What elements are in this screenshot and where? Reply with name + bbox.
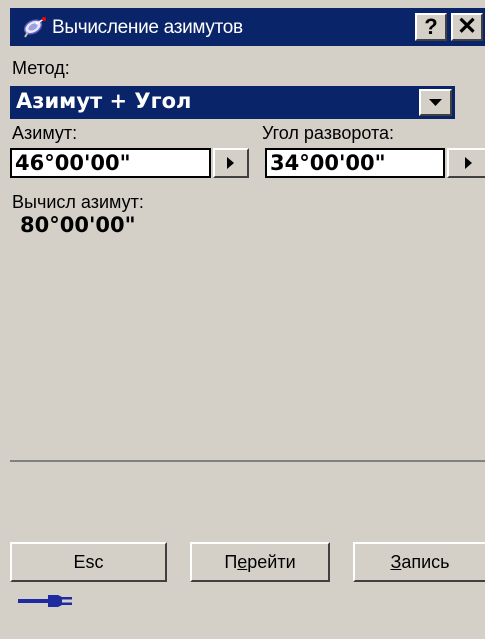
record-label-rest: апись (401, 552, 450, 572)
method-dropdown[interactable]: Азимут + Угол (10, 86, 455, 119)
play-icon (227, 157, 234, 169)
method-label: Метод: (12, 58, 70, 78)
go-button[interactable]: Перейти (190, 542, 330, 582)
record-button[interactable]: Запись (353, 542, 485, 582)
turn-angle-input[interactable]: 34°00'00" (265, 148, 445, 178)
azimuth-label: Азимут: (12, 123, 78, 143)
power-plug-icon (18, 595, 72, 607)
satellite-dish-icon (23, 17, 46, 38)
turn-angle-value: 34°00'00" (270, 151, 386, 175)
close-button[interactable]: ✕ (451, 13, 483, 41)
computed-azimuth-value: 80°00'00" (20, 213, 136, 237)
play-icon (465, 157, 472, 169)
go-label-accel: е (237, 552, 248, 572)
help-button[interactable]: ? (415, 13, 447, 41)
chevron-down-icon (429, 99, 442, 106)
window-title: Вычисление азимутов (52, 17, 243, 38)
method-value: Азимут + Угол (16, 89, 192, 113)
divider (10, 460, 485, 462)
turn-angle-arrow-button[interactable] (447, 148, 485, 178)
title-bar: Вычисление азимутов ? ✕ (10, 8, 485, 46)
azimuth-arrow-button[interactable] (213, 148, 249, 178)
go-label-rest: рейти (247, 552, 296, 572)
record-label-accel: З (390, 552, 402, 572)
app-window: Вычисление азимутов ? ✕ Метод: Азимут + … (10, 8, 485, 639)
computed-azimuth-label: Вычисл азимут: (12, 192, 144, 212)
dropdown-button[interactable] (419, 89, 452, 116)
esc-button[interactable]: Esc (10, 542, 167, 582)
azimuth-input[interactable]: 46°00'00" (10, 148, 211, 178)
turn-angle-label: Угол разворота: (262, 123, 395, 143)
azimuth-value: 46°00'00" (15, 151, 131, 175)
go-label-part: П (224, 552, 238, 572)
